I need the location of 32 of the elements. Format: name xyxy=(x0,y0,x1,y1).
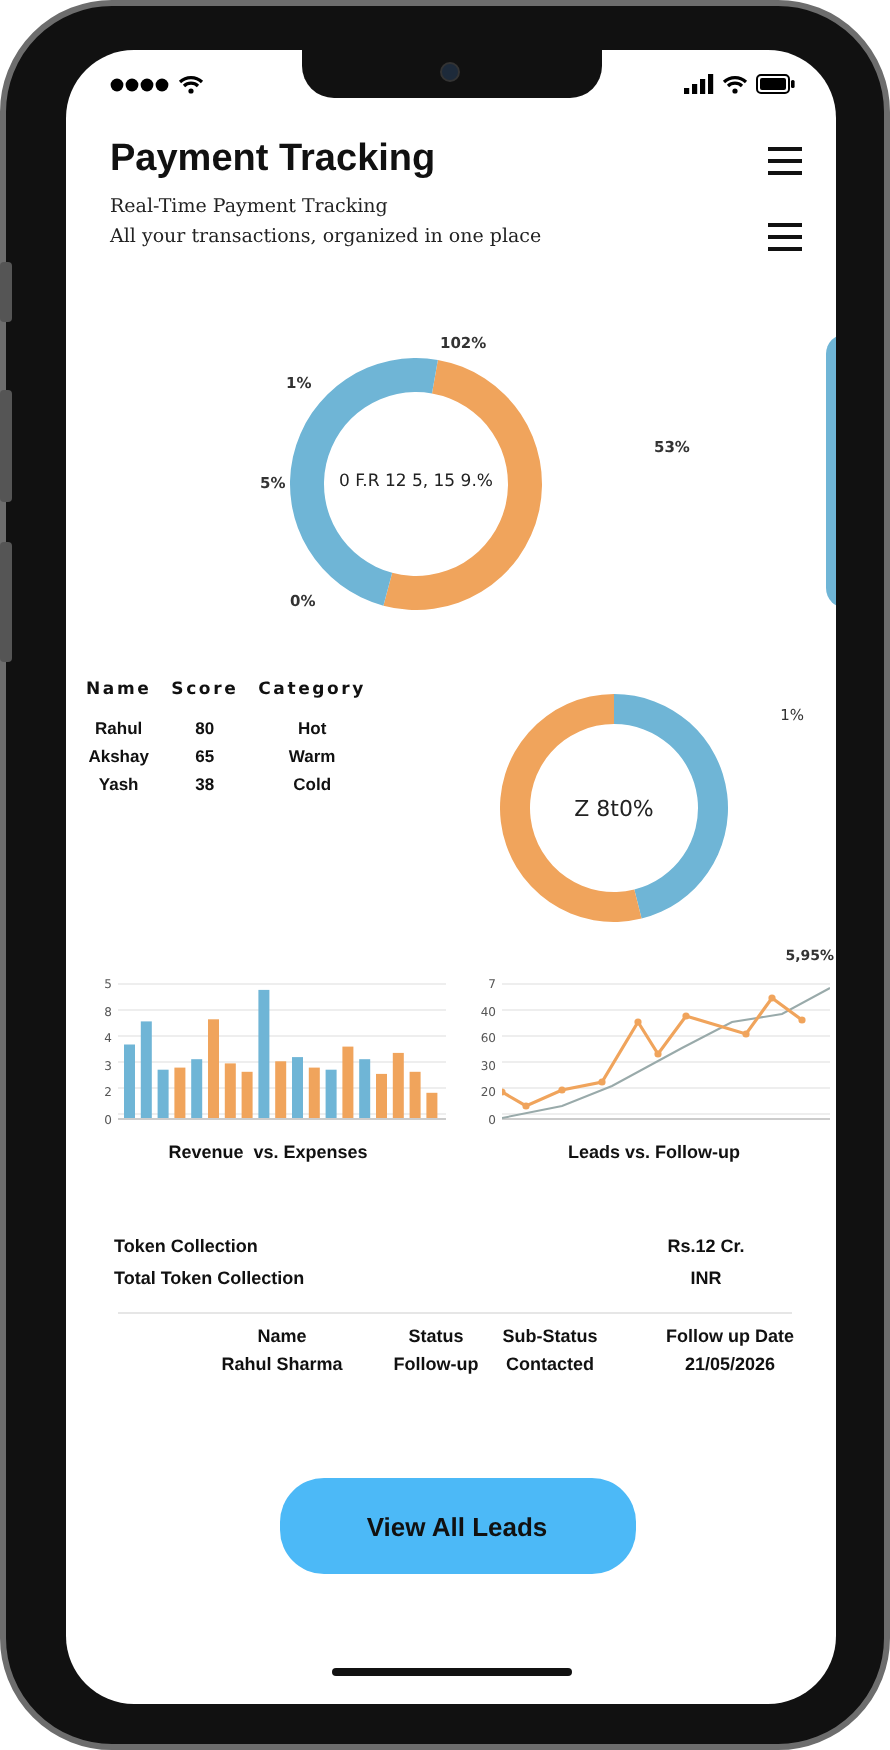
column-header: Sub-Status xyxy=(500,1326,600,1346)
summary-value: Rs.12 Cr. xyxy=(665,1234,747,1260)
table-cell-text: Hot xyxy=(295,716,329,742)
table-cell: Follow-up xyxy=(392,1354,480,1374)
column-header: Name xyxy=(255,1326,309,1346)
column-header: Score xyxy=(169,680,241,704)
table-cell-text: 38 xyxy=(193,772,217,798)
tagline: All your transactions, organized in one place xyxy=(110,224,542,252)
donut-center-value: 0 F.R 12 5, 15 9.% xyxy=(337,472,495,492)
donut-center-value: Z 8t0% xyxy=(572,796,656,822)
column-header: Follow up Date xyxy=(664,1326,796,1346)
summary-label: Total Token Collection xyxy=(114,1266,305,1292)
summary-value: INR xyxy=(688,1266,724,1292)
table-cell-text: Contacted xyxy=(503,1354,596,1374)
table-cell-text: Warm xyxy=(286,744,338,770)
subtitle: Real-Time Payment Tracking xyxy=(110,194,390,222)
table-cell-text: 65 xyxy=(193,744,217,770)
table-cell-text: Akshay xyxy=(86,744,151,770)
chart-caption: Leads vs. Follow-up xyxy=(567,1142,740,1162)
table-cell-text: Rahul xyxy=(93,716,145,742)
column-header: Name xyxy=(84,680,154,704)
column-header: Category xyxy=(256,680,368,704)
table-cell-text: Cold xyxy=(291,772,334,798)
table-cell-text: 80 xyxy=(193,716,217,742)
view-all-leads-button[interactable]: View All Leads xyxy=(279,1478,635,1574)
column-header: Status xyxy=(406,1326,466,1346)
table-cell-text: Rahul Sharma xyxy=(219,1354,345,1374)
chart-caption: Revenue vs. Expenses xyxy=(168,1142,368,1162)
table-cell-text: 21/05/2026 xyxy=(682,1354,778,1374)
page-title: Payment Tracking xyxy=(110,138,436,182)
table-cell-text: Yash xyxy=(96,772,141,798)
summary-label: Token Collection xyxy=(114,1234,258,1260)
